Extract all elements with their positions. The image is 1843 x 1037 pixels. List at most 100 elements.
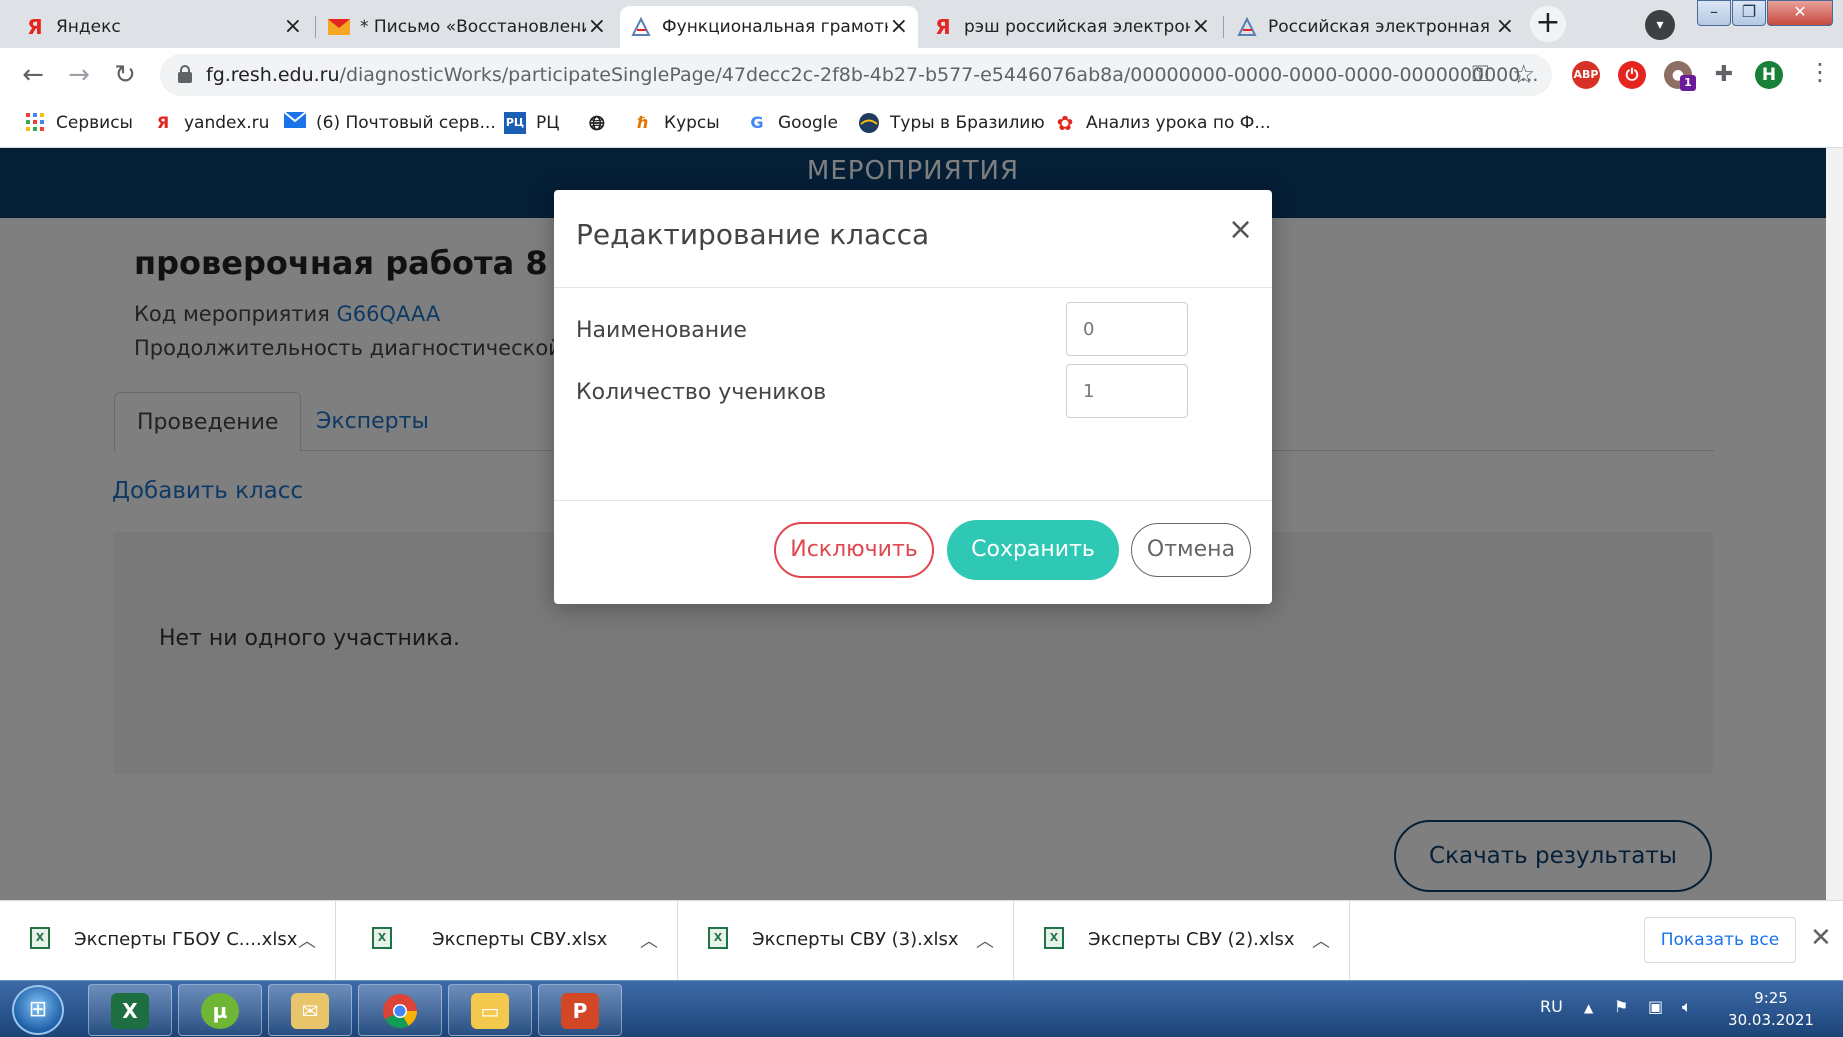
chevron-up-icon[interactable]: ︿ — [640, 927, 658, 953]
exclude-button[interactable]: Исключить — [774, 522, 934, 578]
tab-title: Яндекс — [56, 17, 121, 37]
close-tab-icon[interactable]: × — [588, 14, 606, 39]
cookie-extension-icon[interactable]: ● 1 — [1664, 61, 1696, 91]
close-tab-icon[interactable]: × — [1496, 14, 1514, 39]
reload-icon[interactable]: ↻ — [108, 58, 142, 92]
show-all-downloads-button[interactable]: Показать все — [1644, 917, 1796, 963]
url-text[interactable]: fg.resh.edu.ru/diagnosticWorks/participa… — [206, 64, 1538, 86]
edit-class-modal: Редактирование класса × Наименование Кол… — [554, 190, 1272, 604]
bookmark-star-icon[interactable]: ☆ — [1512, 60, 1535, 90]
cancel-button[interactable]: Отмена — [1131, 523, 1251, 577]
key-icon[interactable]: ⚿ — [1472, 62, 1489, 87]
download-filename: Эксперты ГБОУ С....xlsx — [74, 929, 298, 950]
browser-tab-yandex[interactable]: Я Яндекс × — [14, 6, 312, 48]
modal-title: Редактирование класса — [576, 218, 930, 251]
tray-expand-icon[interactable]: ▲ — [1584, 1001, 1593, 1015]
download-item[interactable]: X Эксперты СВУ.xlsx ︿ — [342, 901, 678, 981]
tab-separator — [1223, 16, 1224, 38]
name-field[interactable] — [1066, 302, 1188, 356]
tab-title: рэш российская электрон — [964, 17, 1190, 37]
clock-time: 9:25 — [1754, 989, 1788, 1007]
start-button[interactable]: ⊞ — [12, 985, 64, 1035]
bookmark-lesson-analysis[interactable]: ✿ Анализ урока по Ф... — [1054, 112, 1271, 134]
taskbar-explorer[interactable]: ▭ — [448, 984, 532, 1036]
download-item[interactable]: X Эксперты ГБОУ С....xlsx ︿ — [0, 901, 336, 981]
close-tab-icon[interactable]: × — [890, 14, 908, 39]
bookmark-label: yandex.ru — [184, 113, 270, 133]
download-filename: Эксперты СВУ.xlsx — [432, 929, 608, 950]
save-button[interactable]: Сохранить — [947, 520, 1119, 580]
taskbar-mail[interactable]: ✉ — [268, 984, 352, 1036]
page-viewport: МЕРОПРИЯТИЯ проверочная работа 8 кла Код… — [0, 148, 1843, 900]
volume-icon[interactable]: 🔈︎ — [1682, 997, 1692, 1017]
name-field-label: Наименование — [576, 318, 747, 343]
tab-title: Российская электронная ш — [1268, 17, 1494, 37]
bookmark-courses[interactable]: ℏ Курсы — [632, 112, 719, 134]
browser-tab-mail[interactable]: * Письмо «Восстановлени × — [318, 6, 616, 48]
browser-tab-strip: Я Яндекс × * Письмо «Восстановлени × Фун… — [0, 0, 1843, 48]
students-count-field[interactable] — [1066, 364, 1188, 418]
page-scrollbar[interactable] — [1826, 148, 1843, 900]
lock-icon[interactable] — [178, 65, 192, 83]
chevron-up-icon[interactable]: ︿ — [1312, 927, 1330, 953]
yandex-icon: Я — [27, 15, 43, 39]
tab-separator — [315, 16, 316, 38]
language-indicator[interactable]: RU — [1540, 997, 1563, 1016]
tab-search-icon[interactable]: ▾ — [1645, 10, 1675, 40]
browser-tab-resh[interactable]: Российская электронная ш × — [1226, 6, 1524, 48]
close-icon[interactable]: × — [1228, 212, 1253, 247]
mail-icon — [328, 16, 350, 38]
restore-window-button[interactable]: ❐ — [1732, 0, 1766, 26]
bookmark-label: Сервисы — [56, 113, 133, 133]
action-center-icon[interactable]: ⚑ — [1614, 997, 1628, 1016]
bookmark-label: Google — [778, 113, 838, 133]
bookmark-label: (6) Почтовый серв... — [316, 113, 496, 133]
students-count-label: Количество учеников — [576, 380, 827, 405]
adblock-icon[interactable]: ABP — [1572, 61, 1600, 89]
taskbar-excel[interactable]: X — [88, 984, 172, 1036]
bookmark-rc[interactable]: РЦ РЦ — [504, 112, 559, 134]
excel-file-icon: X — [372, 927, 392, 949]
close-window-button[interactable]: ✕ — [1767, 0, 1833, 26]
chevron-up-icon[interactable]: ︿ — [976, 927, 994, 953]
profile-avatar[interactable]: Н — [1755, 61, 1783, 89]
new-tab-button[interactable]: + — [1530, 6, 1566, 42]
close-tab-icon[interactable]: × — [1192, 14, 1210, 39]
tab-title: * Письмо «Восстановлени — [360, 17, 586, 37]
taskbar-powerpoint[interactable]: P — [538, 984, 622, 1036]
browser-tab-search[interactable]: Я рэш российская электрон × — [922, 6, 1220, 48]
taskbar-utorrent[interactable]: µ — [178, 984, 262, 1036]
bookmark-google[interactable]: G Google — [746, 112, 838, 134]
resh-icon — [1236, 16, 1258, 38]
system-clock[interactable]: 9:25 30.03.2021 — [1726, 987, 1816, 1031]
chevron-up-icon[interactable]: ︿ — [298, 927, 316, 953]
bookmark-mail[interactable]: (6) Почтовый серв... — [283, 111, 496, 134]
close-shelf-icon[interactable]: ✕ — [1810, 923, 1832, 953]
yandex-icon: Я — [935, 15, 951, 39]
taskbar-chrome[interactable] — [358, 984, 442, 1036]
close-tab-icon[interactable]: × — [284, 14, 302, 39]
network-icon[interactable]: ▣ — [1648, 997, 1663, 1016]
browser-menu-icon[interactable]: ⋮ — [1808, 58, 1832, 86]
clock-date: 30.03.2021 — [1728, 1011, 1814, 1029]
browser-tab-active[interactable]: Функциональная грамотн × — [620, 6, 918, 48]
back-arrow-icon[interactable]: ← — [16, 58, 50, 92]
brazil-icon — [858, 112, 880, 134]
download-item[interactable]: X Эксперты СВУ (3).xlsx ︿ — [678, 901, 1014, 981]
extension-badge: 1 — [1680, 75, 1696, 91]
download-item[interactable]: X Эксперты СВУ (2).xlsx ︿ — [1014, 901, 1350, 981]
address-bar[interactable]: fg.resh.edu.ru/diagnosticWorks/participa… — [160, 54, 1552, 96]
bookmark-globe[interactable]: 🌐︎ — [586, 112, 618, 134]
extensions-puzzle-icon[interactable]: ✚ — [1710, 61, 1738, 89]
bookmark-yandex[interactable]: Я yandex.ru — [152, 112, 270, 134]
apps-grid-icon — [24, 112, 46, 134]
forward-arrow-icon[interactable]: → — [62, 58, 96, 92]
flower-icon: ✿ — [1056, 111, 1074, 135]
opera-extension-icon[interactable]: ⏻ — [1618, 61, 1646, 89]
bookmark-brazil[interactable]: Туры в Бразилию — [858, 112, 1045, 134]
excel-icon: X — [111, 993, 149, 1029]
minimize-window-button[interactable]: – — [1697, 0, 1731, 26]
bookmark-services[interactable]: Сервисы — [24, 112, 133, 134]
google-icon: G — [750, 113, 764, 132]
modal-divider — [554, 500, 1272, 501]
